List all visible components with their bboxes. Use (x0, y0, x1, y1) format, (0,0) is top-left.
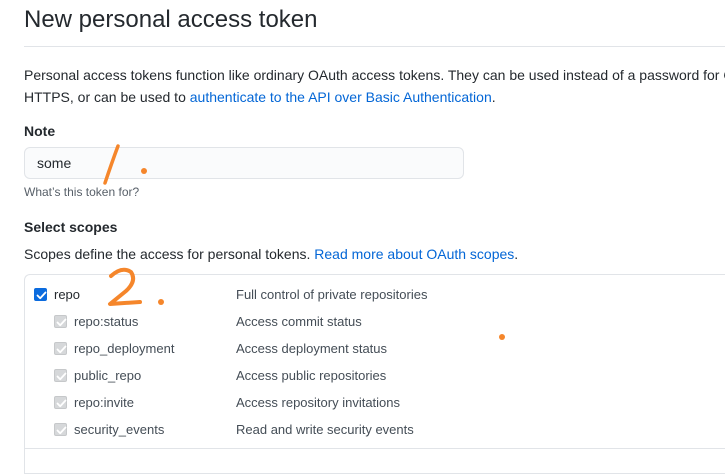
checkmark-icon (56, 372, 67, 381)
repo-invite-checkbox[interactable] (54, 396, 67, 409)
scope-desc: Read and write security events (236, 422, 414, 437)
scope-row-repo[interactable]: repo Full control of private repositorie… (34, 285, 634, 307)
intro-end: . (491, 89, 496, 105)
scope-name: repo:invite (74, 395, 134, 410)
scope-name-repo: repo (54, 287, 81, 302)
note-input[interactable] (24, 147, 464, 179)
scope-row-repo-deployment[interactable]: repo_deployment Access deployment status (54, 339, 654, 361)
page-title: New personal access token (24, 6, 318, 33)
repo-deployment-checkbox[interactable] (54, 342, 67, 355)
scope-name: repo:status (74, 314, 139, 329)
checkmark-icon (56, 399, 67, 408)
repo-status-checkbox[interactable] (54, 315, 67, 328)
intro-paragraph: Personal access tokens function like ord… (24, 64, 725, 108)
scope-name: security_events (74, 422, 165, 437)
scopes-divider (24, 448, 725, 449)
note-hint: What’s this token for? (24, 185, 140, 199)
public-repo-checkbox[interactable] (54, 369, 67, 382)
checkmark-icon (56, 318, 67, 327)
scope-desc: Access deployment status (236, 341, 388, 356)
oauth-scopes-link[interactable]: Read more about OAuth scopes (314, 246, 514, 262)
scope-row-repo-invite[interactable]: repo:invite Access repository invitation… (54, 393, 654, 415)
intro-text: Personal access tokens function like ord… (24, 67, 725, 83)
scopes-description: Scopes define the access for personal to… (24, 246, 518, 262)
note-label: Note (24, 123, 56, 139)
scopes-desc-text: Scopes define the access for personal to… (24, 246, 315, 262)
title-divider (24, 46, 725, 47)
scope-desc-repo: Full control of private repositories (236, 287, 428, 302)
repo-checkbox[interactable] (34, 288, 47, 301)
scope-row-security-events[interactable]: security_events Read and write security … (54, 420, 654, 442)
scope-row-repo-status[interactable]: repo:status Access commit status (54, 312, 654, 334)
scope-desc: Access repository invitations (236, 395, 401, 410)
scope-name: repo_deployment (74, 341, 175, 356)
scope-row-public-repo[interactable]: public_repo Access public repositories (54, 366, 654, 388)
scopes-desc-end: . (514, 246, 519, 262)
checkmark-icon (56, 345, 67, 354)
select-scopes-label: Select scopes (24, 219, 118, 235)
basic-auth-link[interactable]: authenticate to the API over Basic Authe… (190, 89, 492, 105)
scope-name: public_repo (74, 368, 142, 383)
checkmark-icon (36, 291, 47, 300)
security-events-checkbox[interactable] (54, 423, 67, 436)
scope-desc: Access public repositories (236, 368, 387, 383)
checkmark-icon (56, 426, 67, 435)
scope-desc: Access commit status (236, 314, 362, 329)
intro-text-2: HTTPS, or can be used to (24, 89, 190, 105)
